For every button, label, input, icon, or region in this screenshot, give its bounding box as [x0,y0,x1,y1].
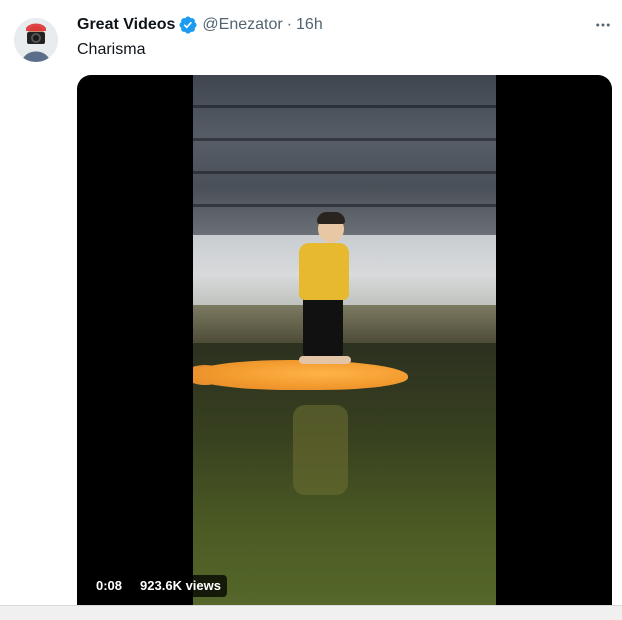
more-icon [596,23,610,27]
verified-badge-icon [178,15,198,35]
author-handle[interactable]: @Enezator [202,16,282,34]
kid-body [299,243,349,300]
video-wall [193,75,496,235]
fish [193,360,408,390]
kid-hair [317,212,345,224]
bottom-bar [0,605,622,620]
separator-dot: · [286,16,293,33]
video-reflection [293,405,348,495]
video-stats: 0:08 923.6K views [90,575,227,597]
tweet: Great Videos @Enezator · 16h Charisma 0:… [0,0,622,605]
avatar[interactable] [14,18,58,62]
video-frame [193,75,496,605]
avatar-image [14,18,58,62]
tweet-header: Great Videos @Enezator · 16h [77,15,323,35]
video-player[interactable]: 0:08 923.6K views [77,75,612,605]
timestamp[interactable]: 16h [296,16,323,34]
video-wet-edge [193,305,496,345]
video-view-count: 923.6K views [134,575,227,597]
author-name[interactable]: Great Videos [77,16,175,34]
kid-feet [299,356,351,364]
video-elapsed-time: 0:08 [90,575,129,597]
tweet-text: Charisma [77,41,146,58]
more-options-button[interactable] [590,14,616,36]
kid-legs [303,295,343,357]
